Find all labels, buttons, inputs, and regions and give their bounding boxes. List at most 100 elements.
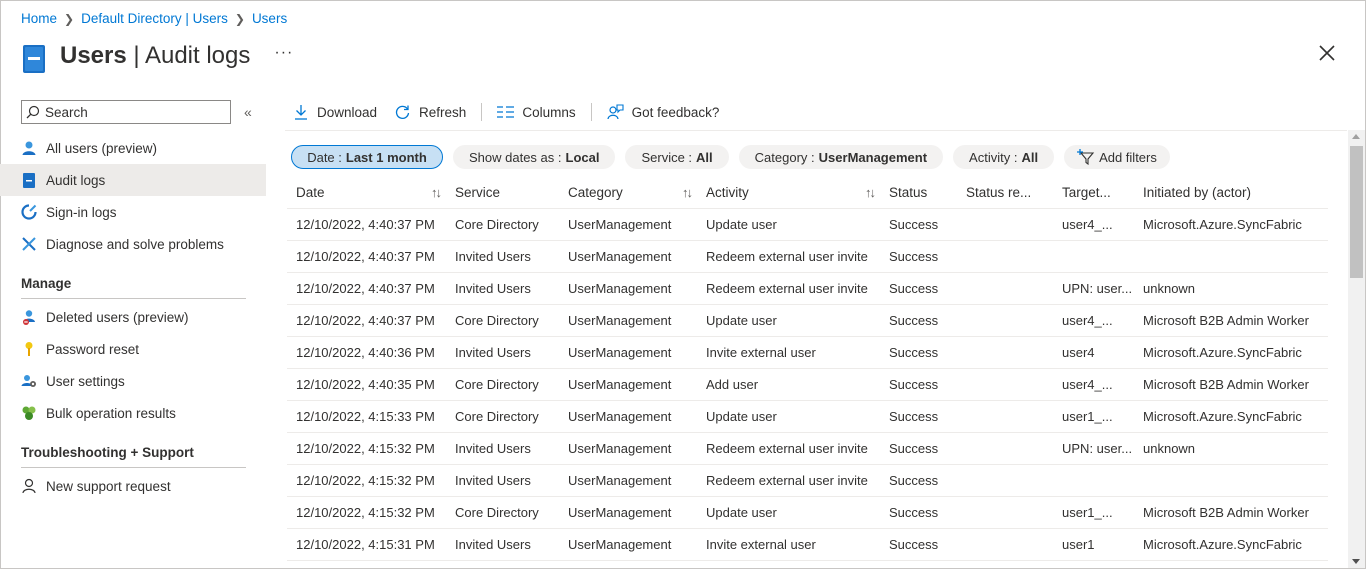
table-cell: UserManagement [568,217,672,232]
breadcrumb-directory-users[interactable]: Default Directory | Users [81,11,228,26]
section-title-manage: Manage [21,276,72,291]
sidebar-item-new-support-request[interactable]: New support request [0,470,266,502]
table-cell: 12/10/2022, 4:40:37 PM [296,249,435,264]
table-cell: user1_... [1062,409,1113,424]
sort-icon: ↑↓ [682,184,693,200]
table-row[interactable]: 12/10/2022, 4:15:33 PM Core Directory User… [287,401,1328,433]
table-row[interactable]: 12/10/2022, 4:40:37 PM Invited Users UserM… [287,273,1328,305]
table-row[interactable]: 12/10/2022, 4:40:37 PM Invited Users UserM… [287,241,1328,273]
table-cell: Invited Users [455,473,531,488]
column-header-initiated-by[interactable]: Initiated by (actor) [1134,185,1328,200]
column-header-service[interactable]: Service [446,185,559,200]
table-row[interactable]: 12/10/2022, 4:40:36 PM Invited Users UserM… [287,337,1328,369]
sidebar-item-diagnose[interactable]: Diagnose and solve problems [0,228,266,260]
table-cell: user1_... [1062,505,1113,520]
table-cell: Invited Users [455,441,531,456]
table-cell: user4_... [1062,313,1113,328]
column-header-target[interactable]: Target... [1053,185,1134,200]
audit-log-icon [23,45,45,73]
filter-activity[interactable]: Activity : All [953,145,1055,169]
table-row[interactable]: 12/10/2022, 4:40:35 PM Core Directory User… [287,369,1328,401]
add-filter-icon [1077,149,1095,165]
table-cell: Invited Users [455,249,531,264]
table-cell: user4 [1062,345,1095,360]
table-cell: UserManagement [568,473,672,488]
column-header-category[interactable]: Category ↑↓ [559,185,697,200]
column-header-date[interactable]: Date ↑↓ [287,185,446,200]
table-cell: UserManagement [568,313,672,328]
scroll-up-icon[interactable] [1352,134,1360,139]
filter-date[interactable]: Date : Last 1 month [291,145,443,169]
feedback-icon [607,103,624,119]
scrollbar-thumb[interactable] [1350,146,1363,278]
table-cell: Invite external user [706,537,816,552]
table-row[interactable]: 12/10/2022, 4:15:32 PM Core Directory User… [287,497,1328,529]
table-cell: Success [889,473,939,488]
table-cell: Redeem external user invite [706,441,868,456]
table-cell: Success [889,345,939,360]
columns-icon [497,106,515,118]
table-cell: UserManagement [568,345,672,360]
filter-category[interactable]: Category : UserManagement [738,145,944,169]
search-input[interactable] [45,104,225,120]
breadcrumb-home[interactable]: Home [21,11,57,26]
column-header-status[interactable]: Status [880,185,957,200]
table-cell: Microsoft.Azure.SyncFabric [1143,345,1302,360]
table-cell: Core Directory [455,505,539,520]
close-icon[interactable] [1316,42,1338,64]
audit-log-table: Date ↑↓ Service Category ↑↓ Activity ↑↓ Sta… [287,176,1328,561]
download-button[interactable]: Download [293,104,377,120]
table-cell: Update user [706,313,777,328]
sidebar-item-label: All users (preview) [46,140,158,156]
feedback-button[interactable]: Got feedback? [607,103,719,121]
sidebar-item-deleted-users[interactable]: Deleted users (preview) [0,301,266,333]
table-cell: 12/10/2022, 4:40:37 PM [296,313,435,328]
filter-service[interactable]: Service : All [625,145,729,169]
chevron-right-icon: ❯ [64,11,75,26]
table-row[interactable]: 12/10/2022, 4:15:32 PM Invited Users UserM… [287,433,1328,465]
table-row[interactable]: 12/10/2022, 4:15:31 PM Invited Users UserM… [287,529,1328,561]
table-cell: Redeem external user invite [706,473,868,488]
more-options-button[interactable]: ··· [274,44,293,62]
sidebar-item-password-reset[interactable]: Password reset [0,333,266,365]
filter-show-dates-as[interactable]: Show dates as : Local [453,145,616,169]
sidebar-item-sign-in-logs[interactable]: Sign-in logs [0,196,266,228]
table-cell: UserManagement [568,537,672,552]
table-cell: user1 [1062,537,1095,552]
download-icon [295,105,307,120]
column-header-status-reason[interactable]: Status re... [957,185,1053,200]
table-cell: unknown [1143,281,1196,296]
refresh-button[interactable]: Refresh [394,104,466,121]
divider [21,467,246,468]
table-cell: 12/10/2022, 4:40:37 PM [296,217,435,232]
sort-icon: ↑↓ [431,184,442,200]
collapse-sidebar-button[interactable]: « [244,104,252,120]
vertical-scrollbar[interactable] [1348,130,1365,568]
breadcrumb: Home ❯ Default Directory | Users ❯ Users [21,11,287,26]
table-cell: Update user [706,505,777,520]
sidebar-item-audit-logs[interactable]: Audit logs [0,164,266,196]
table-cell: UserManagement [568,249,672,264]
breadcrumb-users[interactable]: Users [252,11,287,26]
table-row[interactable]: 12/10/2022, 4:40:37 PM Core Directory User… [287,209,1328,241]
user-settings-icon [21,373,37,389]
support-icon [21,478,37,494]
table-header: Date ↑↓ Service Category ↑↓ Activity ↑↓ Sta… [287,176,1328,209]
table-row[interactable]: 12/10/2022, 4:40:37 PM Core Directory User… [287,305,1328,337]
table-row[interactable]: 12/10/2022, 4:15:32 PM Invited Users UserM… [287,465,1328,497]
table-cell: Success [889,505,939,520]
sidebar-search[interactable] [21,100,231,124]
sidebar-item-all-users[interactable]: All users (preview) [0,132,266,164]
sidebar-item-bulk-operation-results[interactable]: Bulk operation results [0,397,266,429]
table-cell: UserManagement [568,409,672,424]
scroll-down-icon[interactable] [1352,559,1360,564]
bulk-operation-icon [21,405,37,421]
sidebar-item-user-settings[interactable]: User settings [0,365,266,397]
table-cell: Microsoft.Azure.SyncFabric [1143,217,1302,232]
user-icon [21,140,37,156]
table-cell: Invite external user [706,345,816,360]
command-bar: Download Refresh Columns Got feedback? [293,100,719,124]
add-filters-button[interactable]: Add filters [1064,145,1170,169]
columns-button[interactable]: Columns [497,105,576,120]
column-header-activity[interactable]: Activity ↑↓ [697,185,880,200]
